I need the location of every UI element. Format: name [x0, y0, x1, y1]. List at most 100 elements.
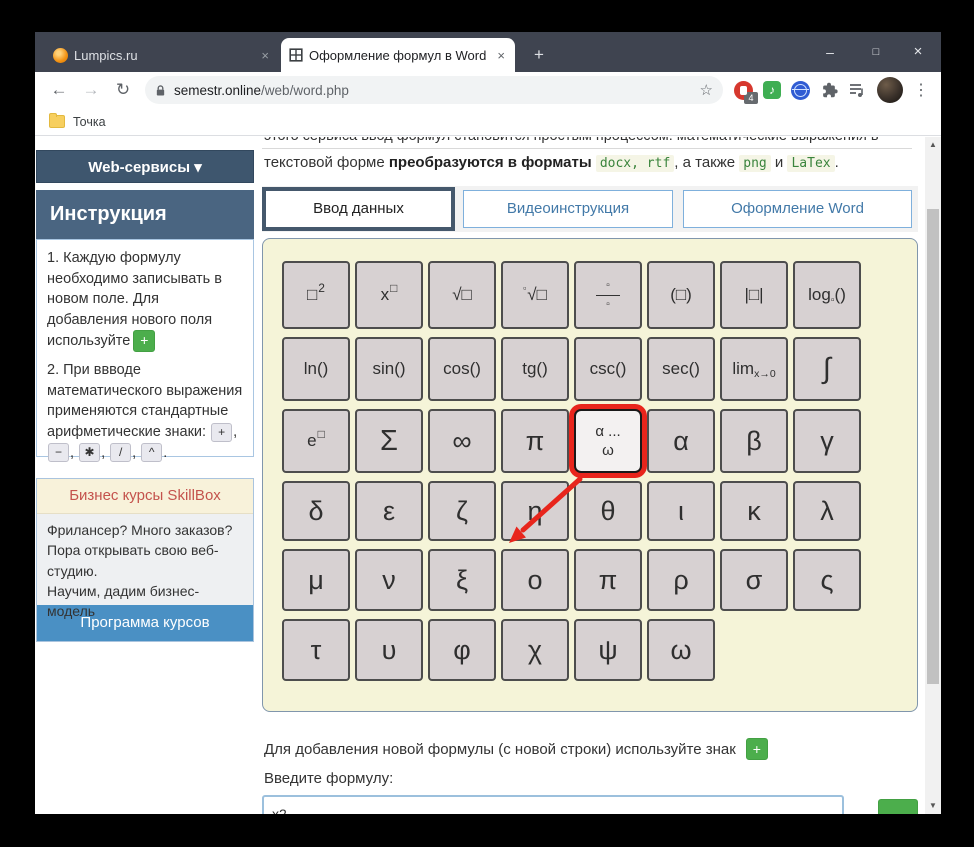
chevron-down-icon: ▾	[194, 159, 202, 176]
window-close-button[interactable]: ×	[903, 32, 933, 72]
intro-segment: .	[835, 154, 839, 171]
add-field-plus-button[interactable]: +	[133, 330, 155, 352]
divider	[262, 148, 912, 149]
browser-tab-lumpics[interactable]: Lumpics.ru ×	[45, 38, 279, 72]
forward-button[interactable]: →	[78, 77, 104, 103]
keypad-button[interactable]: ι	[647, 481, 715, 541]
page-content: Web-сервисы ▾ Инструкция 1. Каждую форму…	[35, 137, 925, 814]
adblock-badge: 4	[744, 92, 758, 104]
keypad-button[interactable]: □2	[282, 261, 350, 329]
keypad-button[interactable]: γ	[793, 409, 861, 473]
bookmarks-bar: Точка	[35, 108, 941, 136]
keypad-button[interactable]: log▫()	[793, 261, 861, 329]
back-button[interactable]: ←	[46, 77, 72, 103]
keypad-button[interactable]: ln()	[282, 337, 350, 401]
keypad-button[interactable]: e□	[282, 409, 350, 473]
keypad-button[interactable]: Σ	[355, 409, 423, 473]
keypad-button[interactable]: sec()	[647, 337, 715, 401]
keypad-button[interactable]: limx→0	[720, 337, 788, 401]
keypad-button[interactable]: ε	[355, 481, 423, 541]
tab-close-icon[interactable]: ×	[495, 48, 507, 63]
keypad-button[interactable]: ζ	[428, 481, 496, 541]
bookmark-star-icon[interactable]: ☆	[700, 81, 713, 99]
scrollbar-thumb[interactable]	[927, 209, 939, 684]
keypad-button-alpha-omega-range[interactable]: α ...ω	[574, 409, 642, 473]
web-services-label: Web-сервисы	[88, 159, 190, 176]
tab-input-data[interactable]: Ввод данных	[262, 187, 455, 231]
add-formula-button[interactable]: +	[878, 799, 918, 814]
skillbox-ad-body: Фрилансер? Много заказов?Пора открывать …	[37, 514, 253, 605]
clipped-intro-text: этого сервиса ввод формул становится про…	[264, 137, 879, 144]
keypad-button[interactable]: σ	[720, 549, 788, 611]
keypad-button[interactable]: ξ	[428, 549, 496, 611]
keypad-button[interactable]: δ	[282, 481, 350, 541]
keypad-button[interactable]: ω	[647, 619, 715, 681]
keypad-button[interactable]: α	[647, 409, 715, 473]
tab-video-instruction[interactable]: Видеоинструкция	[463, 190, 673, 228]
skillbox-ad: Бизнес курсы SkillBox Фрилансер? Много з…	[36, 478, 254, 642]
keypad-button[interactable]: φ	[428, 619, 496, 681]
keypad-button[interactable]: x□	[355, 261, 423, 329]
tab-word-formatting[interactable]: Оформление Word	[683, 190, 912, 228]
keypad-button[interactable]: ο	[501, 549, 569, 611]
sidebar-web-services-menu[interactable]: Web-сервисы ▾	[36, 150, 254, 183]
page-scrollbar[interactable]: ▲ ▼	[925, 137, 941, 814]
profile-avatar[interactable]	[877, 77, 903, 103]
scroll-down-icon[interactable]: ▼	[925, 799, 941, 813]
reload-button[interactable]: ↻	[110, 77, 136, 103]
keypad-button[interactable]: sin()	[355, 337, 423, 401]
keypad-button[interactable]: τ	[282, 619, 350, 681]
keypad-button[interactable]: (□)	[647, 261, 715, 329]
adblock-extension-icon[interactable]: 4	[734, 81, 753, 100]
keypad-button[interactable]: λ	[793, 481, 861, 541]
formula-keypad: □2x□√□▫√□▫▫(□)|□|log▫() ln()sin()cos()tg(…	[263, 239, 917, 681]
keypad-button[interactable]: ψ	[574, 619, 642, 681]
keypad-button[interactable]: √□	[428, 261, 496, 329]
formula-input[interactable]: x2	[262, 795, 844, 814]
keypad-button[interactable]: |□|	[720, 261, 788, 329]
scroll-up-icon[interactable]: ▲	[925, 138, 941, 152]
intro-paragraph: текстовой форме преобразуются в форматы …	[264, 154, 839, 171]
skillbox-ad-line: Фрилансер? Много заказов?	[47, 520, 243, 540]
keypad-button[interactable]: tg()	[501, 337, 569, 401]
new-tab-button[interactable]: +	[527, 43, 551, 67]
keypad-button[interactable]: ▫√□	[501, 261, 569, 329]
arith-key: ^	[141, 443, 162, 462]
intro-segment: png	[739, 155, 770, 172]
browser-menu-icon[interactable]: ⋮	[913, 80, 929, 100]
playlist-extension-icon[interactable]	[848, 81, 866, 99]
keypad-button[interactable]: ρ	[647, 549, 715, 611]
keypad-button[interactable]: csc()	[574, 337, 642, 401]
keypad-button[interactable]: β	[720, 409, 788, 473]
keypad-button[interactable]: υ	[355, 619, 423, 681]
keypad-button[interactable]: θ	[574, 481, 642, 541]
tab-close-icon[interactable]: ×	[259, 48, 271, 63]
skillbox-ad-title[interactable]: Бизнес курсы SkillBox	[37, 479, 253, 514]
keypad-button[interactable]: π	[574, 549, 642, 611]
keypad-button[interactable]: π	[501, 409, 569, 473]
keypad-button[interactable]: ς	[793, 549, 861, 611]
keypad-button[interactable]: μ	[282, 549, 350, 611]
keypad-button[interactable]: κ	[720, 481, 788, 541]
instruction-box: 1. Каждую формулу необходимо записывать …	[36, 239, 254, 457]
instruction-step-1: 1. Каждую формулу необходимо записывать …	[47, 248, 243, 352]
globe-extension-icon[interactable]	[791, 81, 810, 100]
window-minimize-button[interactable]: –	[815, 32, 845, 72]
music-extension-icon[interactable]: ♪	[763, 81, 781, 99]
keypad-button[interactable]: η	[501, 481, 569, 541]
address-bar[interactable]: semestr.online /web/word.php ☆	[145, 76, 723, 104]
bookmark-folder-icon[interactable]	[49, 115, 65, 128]
keypad-button[interactable]: ∫	[793, 337, 861, 401]
keypad-button[interactable]: cos()	[428, 337, 496, 401]
lock-icon	[155, 84, 166, 97]
extensions-puzzle-icon[interactable]	[820, 81, 838, 99]
keypad-button[interactable]: ∞	[428, 409, 496, 473]
keypad-button[interactable]: ν	[355, 549, 423, 611]
window-maximize-button[interactable]: □	[861, 32, 891, 72]
keypad-button[interactable]: χ	[501, 619, 569, 681]
bookmark-folder-label[interactable]: Точка	[73, 115, 106, 129]
instruction-title: Инструкция	[36, 190, 254, 239]
browser-tab-word-formulas[interactable]: Оформление формул в Word он ×	[281, 38, 515, 72]
add-formula-plus-button[interactable]: +	[746, 738, 768, 760]
keypad-button[interactable]: ▫▫	[574, 261, 642, 329]
